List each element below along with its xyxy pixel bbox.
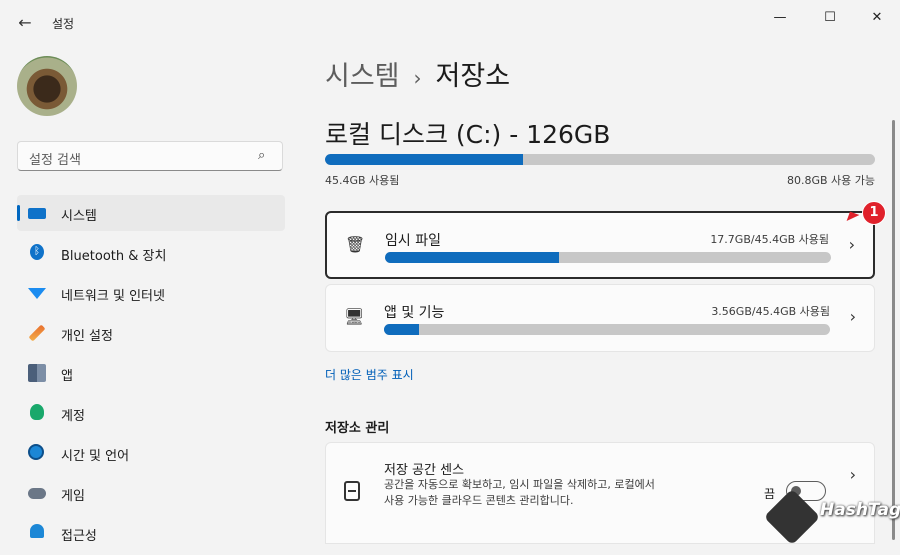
title-bar: ← 설정 — ☐ ✕ [0, 0, 900, 46]
category-usage-fill [385, 252, 559, 263]
category-usage-fill [384, 324, 419, 335]
search-box[interactable]: 설정 검색 ⌕ [17, 141, 283, 171]
personalization-icon [28, 324, 46, 342]
system-icon [28, 208, 46, 219]
sidebar-item-system[interactable]: 시스템 [17, 195, 285, 231]
storage-drive-icon [344, 481, 360, 501]
sidebar-item-label: 개인 설정 [61, 329, 113, 344]
chevron-right-icon: › [849, 307, 856, 326]
search-icon[interactable]: ⌕ [258, 148, 272, 163]
disk-usage-bar [325, 154, 875, 165]
sidebar-item-label: 접근성 [61, 529, 97, 544]
storage-sense-title: 저장 공간 센스 [384, 463, 465, 478]
category-usage: 17.7GB/45.4GB 사용됨 [710, 233, 829, 246]
more-categories-link[interactable]: 더 많은 범주 표시 [325, 366, 414, 383]
category-label: 임시 파일 [385, 233, 441, 249]
bluetooth-icon: ᛒ [30, 244, 44, 260]
watermark-text: HashTag [820, 500, 900, 520]
network-icon [28, 288, 46, 299]
storage-sense-description: 공간을 자동으로 확보하고, 임시 파일을 삭제하고, 로컬에서 사용 가능한 … [384, 478, 655, 507]
time-language-icon [28, 444, 44, 460]
sidebar-item-gaming[interactable]: 게임 [17, 475, 285, 511]
maximize-button[interactable]: ☐ [815, 8, 845, 28]
sidebar-item-label: 네트워크 및 인터넷 [61, 289, 165, 304]
sidebar-item-bluetooth[interactable]: ᛒ Bluetooth & 장치 [17, 235, 285, 271]
accounts-icon [30, 404, 44, 420]
breadcrumb-separator-icon: › [413, 66, 422, 90]
apps-features-card[interactable]: 🖥 앱 및 기능 3.56GB/45.4GB 사용됨 › [325, 284, 875, 352]
storage-management-heading: 저장소 관리 [325, 421, 390, 436]
accessibility-icon [30, 524, 44, 538]
sidebar-item-time-language[interactable]: 시간 및 언어 [17, 435, 285, 471]
trash-icon: 🗑 [345, 235, 366, 254]
search-input[interactable]: 설정 검색 [29, 149, 81, 168]
apps-features-icon: 🖥 [344, 307, 365, 326]
gaming-icon [28, 488, 46, 499]
category-usage-bar [384, 324, 830, 335]
category-label: 앱 및 기능 [384, 305, 445, 321]
sidebar-item-label: 시간 및 언어 [61, 449, 130, 464]
annotation-badge: 1 [862, 201, 886, 225]
sidebar-item-network[interactable]: 네트워크 및 인터넷 [17, 275, 285, 311]
sidebar-item-apps[interactable]: 앱 [17, 355, 285, 391]
disk-used-label: 45.4GB 사용됨 [325, 174, 400, 187]
chevron-right-icon: › [849, 465, 856, 484]
toggle-state-label: 끔 [764, 487, 776, 501]
chevron-right-icon: › [848, 235, 855, 254]
sidebar-item-label: 계정 [61, 409, 85, 424]
sidebar-item-accessibility[interactable]: 접근성 [17, 515, 285, 551]
close-button[interactable]: ✕ [862, 8, 892, 28]
breadcrumb: 시스템 › 저장소 [325, 54, 510, 93]
category-usage: 3.56GB/45.4GB 사용됨 [711, 305, 830, 318]
back-arrow-icon[interactable]: ← [14, 12, 36, 34]
category-usage-bar [385, 252, 831, 263]
disk-available-label: 80.8GB 사용 가능 [786, 174, 875, 187]
temp-files-card[interactable]: 🗑 임시 파일 17.7GB/45.4GB 사용됨 › [325, 211, 875, 279]
sidebar-item-label: 앱 [61, 369, 73, 384]
minimize-button[interactable]: — [765, 8, 795, 28]
disk-usage-fill [325, 154, 523, 165]
apps-icon [28, 364, 46, 382]
page-title: 저장소 [435, 61, 511, 92]
breadcrumb-parent[interactable]: 시스템 [325, 61, 400, 92]
sidebar-item-accounts[interactable]: 계정 [17, 395, 285, 431]
user-avatar[interactable] [17, 56, 77, 116]
sidebar-item-label: Bluetooth & 장치 [61, 249, 167, 264]
sidebar-item-personalization[interactable]: 개인 설정 [17, 315, 285, 351]
sidebar-item-label: 시스템 [61, 209, 97, 224]
scrollbar[interactable] [892, 120, 895, 540]
sidebar-item-label: 게임 [61, 489, 85, 504]
disk-title: 로컬 디스크 (C:) - 126GB [325, 120, 611, 149]
app-title: 설정 [52, 17, 75, 31]
sidebar-nav: 시스템 ᛒ Bluetooth & 장치 네트워크 및 인터넷 개인 설정 앱 … [17, 195, 285, 555]
